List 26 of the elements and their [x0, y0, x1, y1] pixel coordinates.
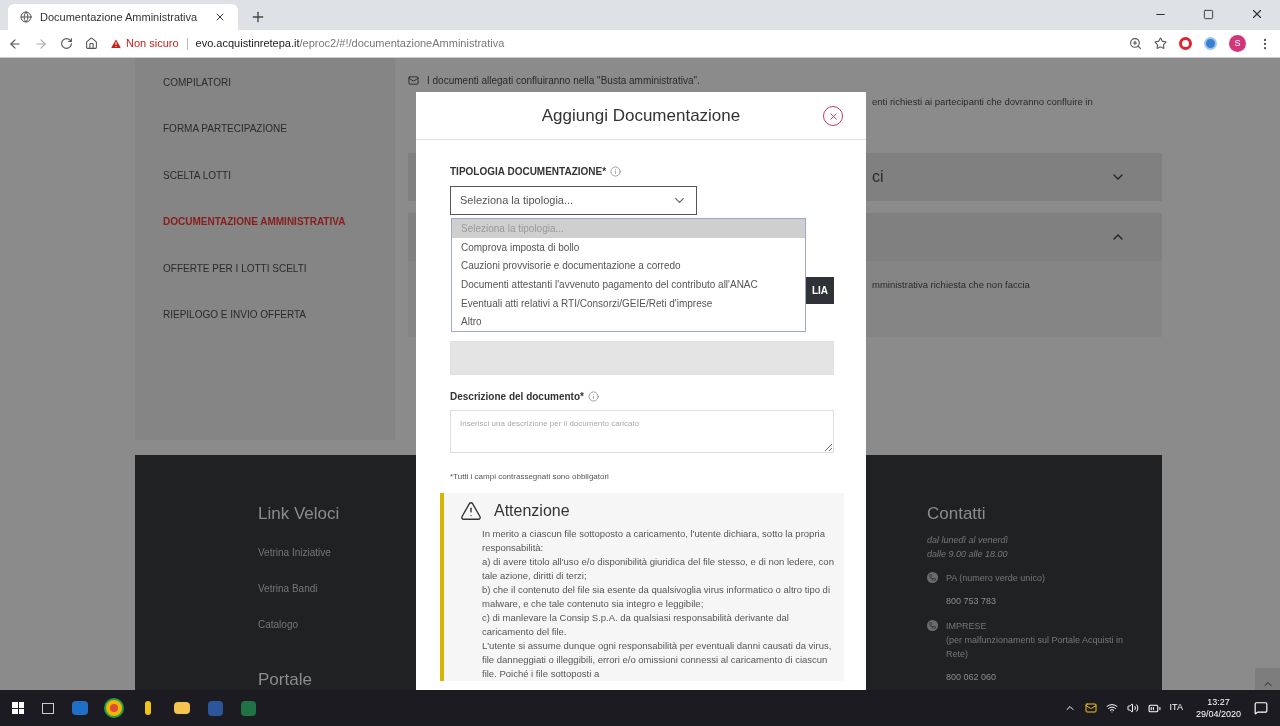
url-path: /eproc2/#!/documentazioneAmministrativa [299, 36, 505, 52]
warning-title: Attenzione [494, 501, 570, 521]
opening-hours: dalle 9.00 alle 18.00 [927, 548, 1009, 561]
warning-paragraph: In merito a ciascun file sottoposto a caricamento, l'utente dichiara, sotto la propria responsabilità: [482, 527, 826, 555]
contact-label: PA (numero verde unico) [946, 572, 1046, 585]
warning-paragraph: L'utente si assume dunque ogni responsabilità per eventuali danni causati da virus, file danneggiati o illeggibili, errori e/o omissioni connessi al caricamento di ciascun file. Poiché i file sottoposti a [482, 639, 833, 681]
field-label: TIPOLOGIA DOCUMENTAZIONE* [450, 165, 607, 179]
security-label: Non sicuro [126, 36, 179, 52]
contact-note: (per malfunzionamenti sul Portale Acquisti in Rete) [946, 633, 1125, 661]
required-note: *Tutti i campi contrassegnati sono obbligatori [450, 471, 610, 483]
footer-heading: Link Veloci [258, 503, 340, 525]
accordion-body-text: mministrativa richiesta che non faccia [872, 279, 1030, 290]
contact-label: IMPRESE [946, 619, 988, 633]
footer-heading: Contatti [927, 503, 986, 525]
warning-paragraph: b) che il contenuto del file sia esente da qualsivoglia virus informatico o altro tipo di malware, e che tale contenuto sia integro e leggibile; [482, 583, 831, 611]
warning-paragraph: c) di manlevare la Consip S.p.A. da qualsiasi responsabilità derivante dal caricamento del file. [482, 611, 790, 639]
modal-title: Aggiungi Documentazione [541, 104, 741, 127]
url-domain: evo.acquistinretepa.it [195, 36, 300, 52]
notice-text: I documenti allegati confluiranno nella "Busta amministrativa". [427, 73, 700, 88]
intro-text: enti richiesti ai partecipanti che dovranno confluire in [872, 94, 1093, 109]
phone-number: 800 753 783 [946, 595, 998, 608]
phone-number: 800 062 060 [946, 670, 998, 684]
opening-hours: dal lunedì al venerdì [927, 534, 1009, 547]
warning-paragraph: a) di avere titolo all'uso e/o disponibilità giuridica del file stesso, e di non ledere, con tale azione, diritti di terzi; [482, 555, 835, 583]
field-label: Descrizione del documento* [450, 390, 584, 404]
footer-heading: Portale [258, 669, 312, 690]
